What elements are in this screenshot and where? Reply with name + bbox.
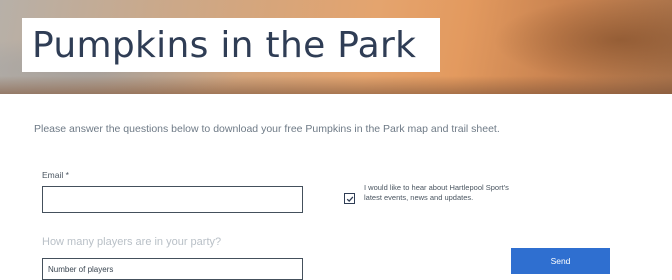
- email-field[interactable]: [42, 186, 303, 213]
- intro-text: Please answer the questions below to dow…: [34, 123, 500, 135]
- check-icon: [346, 195, 353, 202]
- page-title: Pumpkins in the Park: [32, 24, 417, 66]
- consent-text: I would like to hear about Hartlepool Sp…: [364, 183, 509, 202]
- hero-sand: [0, 76, 672, 94]
- consent-checkbox[interactable]: [344, 193, 355, 204]
- send-button[interactable]: Send: [511, 248, 610, 274]
- players-input[interactable]: Number of players: [42, 258, 303, 280]
- players-question: How many players are in your party?: [42, 236, 222, 248]
- email-label: Email *: [42, 170, 69, 180]
- title-box: Pumpkins in the Park: [22, 18, 440, 72]
- hero-banner: Pumpkins in the Park: [0, 0, 672, 94]
